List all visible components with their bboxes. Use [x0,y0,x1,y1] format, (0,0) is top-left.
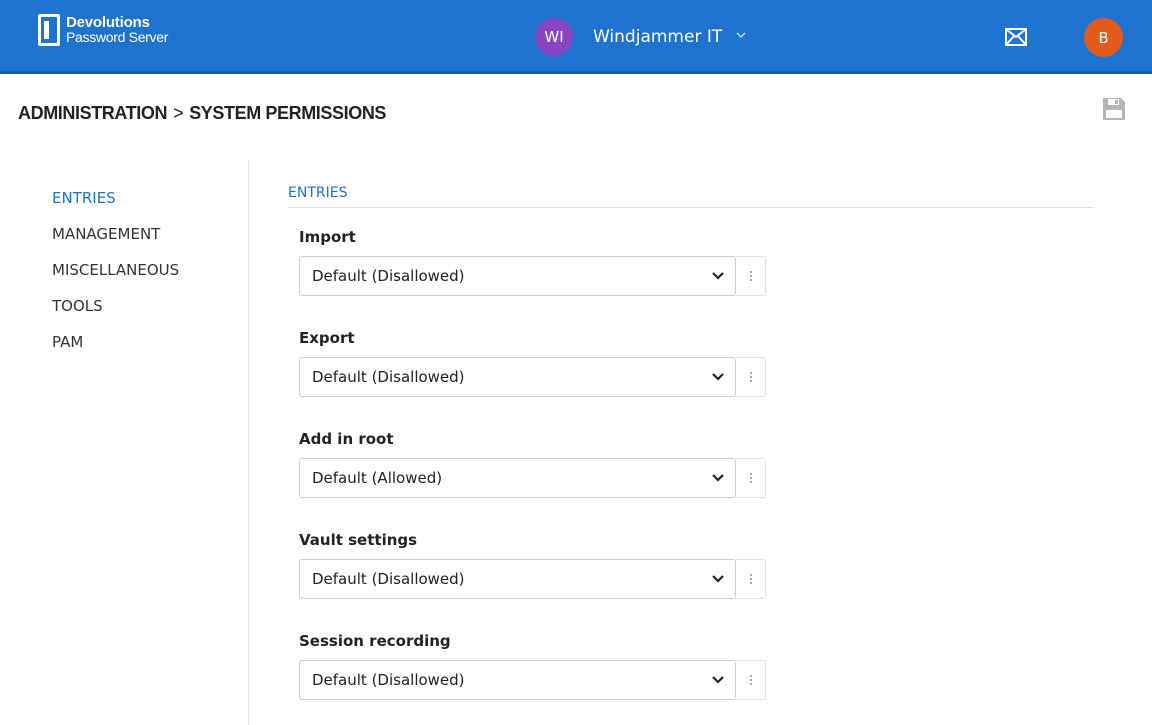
more-options-button[interactable] [736,660,766,700]
select-value: Default (Disallowed) [312,570,465,588]
field-label: Export [299,329,355,347]
field-label: Add in root [299,430,394,448]
more-vertical-icon [749,674,752,686]
session-recording-select[interactable]: Default (Disallowed) [299,660,736,700]
save-icon[interactable] [1101,96,1127,122]
breadcrumb-parent[interactable]: ADMINISTRATION [18,103,167,123]
permission-export: Export Default (Disallowed) [299,329,766,397]
import-select[interactable]: Default (Disallowed) [299,256,736,296]
field-label: Vault settings [299,531,418,549]
sidenav-item-management[interactable]: MANAGEMENT [52,224,179,260]
user-avatar[interactable]: B [1084,18,1123,57]
organization-name: Windjammer IT [593,27,723,47]
chevron-down-icon [712,474,724,482]
chevron-down-icon [712,575,724,583]
export-select[interactable]: Default (Disallowed) [299,357,736,397]
field-label: Import [299,228,356,246]
side-navigation: ENTRIES MANAGEMENT MISCELLANEOUS TOOLS P… [52,188,179,368]
permission-session-recording: Session recording Default (Disallowed) [299,632,766,700]
nav-divider [248,160,249,725]
chevron-down-icon [712,676,724,684]
permission-add-in-root: Add in root Default (Allowed) [299,430,766,498]
section-divider [288,207,1094,208]
permission-vault-settings: Vault settings Default (Disallowed) [299,531,766,599]
mail-icon[interactable] [1005,28,1027,46]
chevron-down-icon [736,32,746,38]
add-in-root-select[interactable]: Default (Allowed) [299,458,736,498]
breadcrumb-separator: > [173,103,184,123]
more-vertical-icon [749,472,752,484]
select-value: Default (Disallowed) [312,267,465,285]
logo-mark-icon [38,14,60,46]
select-value: Default (Disallowed) [312,671,465,689]
organization-avatar: WI [535,18,573,56]
more-options-button[interactable] [736,357,766,397]
more-vertical-icon [749,573,752,585]
select-value: Default (Allowed) [312,469,443,487]
field-label: Session recording [299,632,451,650]
brand-product: Password Server [66,29,169,45]
more-vertical-icon [749,270,752,282]
organization-switcher[interactable]: WI Windjammer IT [535,18,746,56]
more-options-button[interactable] [736,559,766,599]
sidenav-item-pam[interactable]: PAM [52,332,179,368]
vault-settings-select[interactable]: Default (Disallowed) [299,559,736,599]
chevron-down-icon [712,272,724,280]
chevron-down-icon [712,373,724,381]
breadcrumb: ADMINISTRATION > SYSTEM PERMISSIONS [18,103,386,124]
more-options-button[interactable] [736,256,766,296]
sidenav-item-entries[interactable]: ENTRIES [52,188,179,224]
permission-import: Import Default (Disallowed) [299,228,766,296]
breadcrumb-current: SYSTEM PERMISSIONS [189,103,387,123]
more-vertical-icon [749,371,752,383]
more-options-button[interactable] [736,458,766,498]
top-bar: Devolutions Password Server WI Windjamme… [0,0,1152,74]
logo[interactable]: Devolutions Password Server [38,14,168,46]
section-title: ENTRIES [288,185,348,201]
sidenav-item-tools[interactable]: TOOLS [52,296,179,332]
sidenav-item-miscellaneous[interactable]: MISCELLANEOUS [52,260,179,296]
select-value: Default (Disallowed) [312,368,465,386]
brand-name: Devolutions [66,14,150,31]
